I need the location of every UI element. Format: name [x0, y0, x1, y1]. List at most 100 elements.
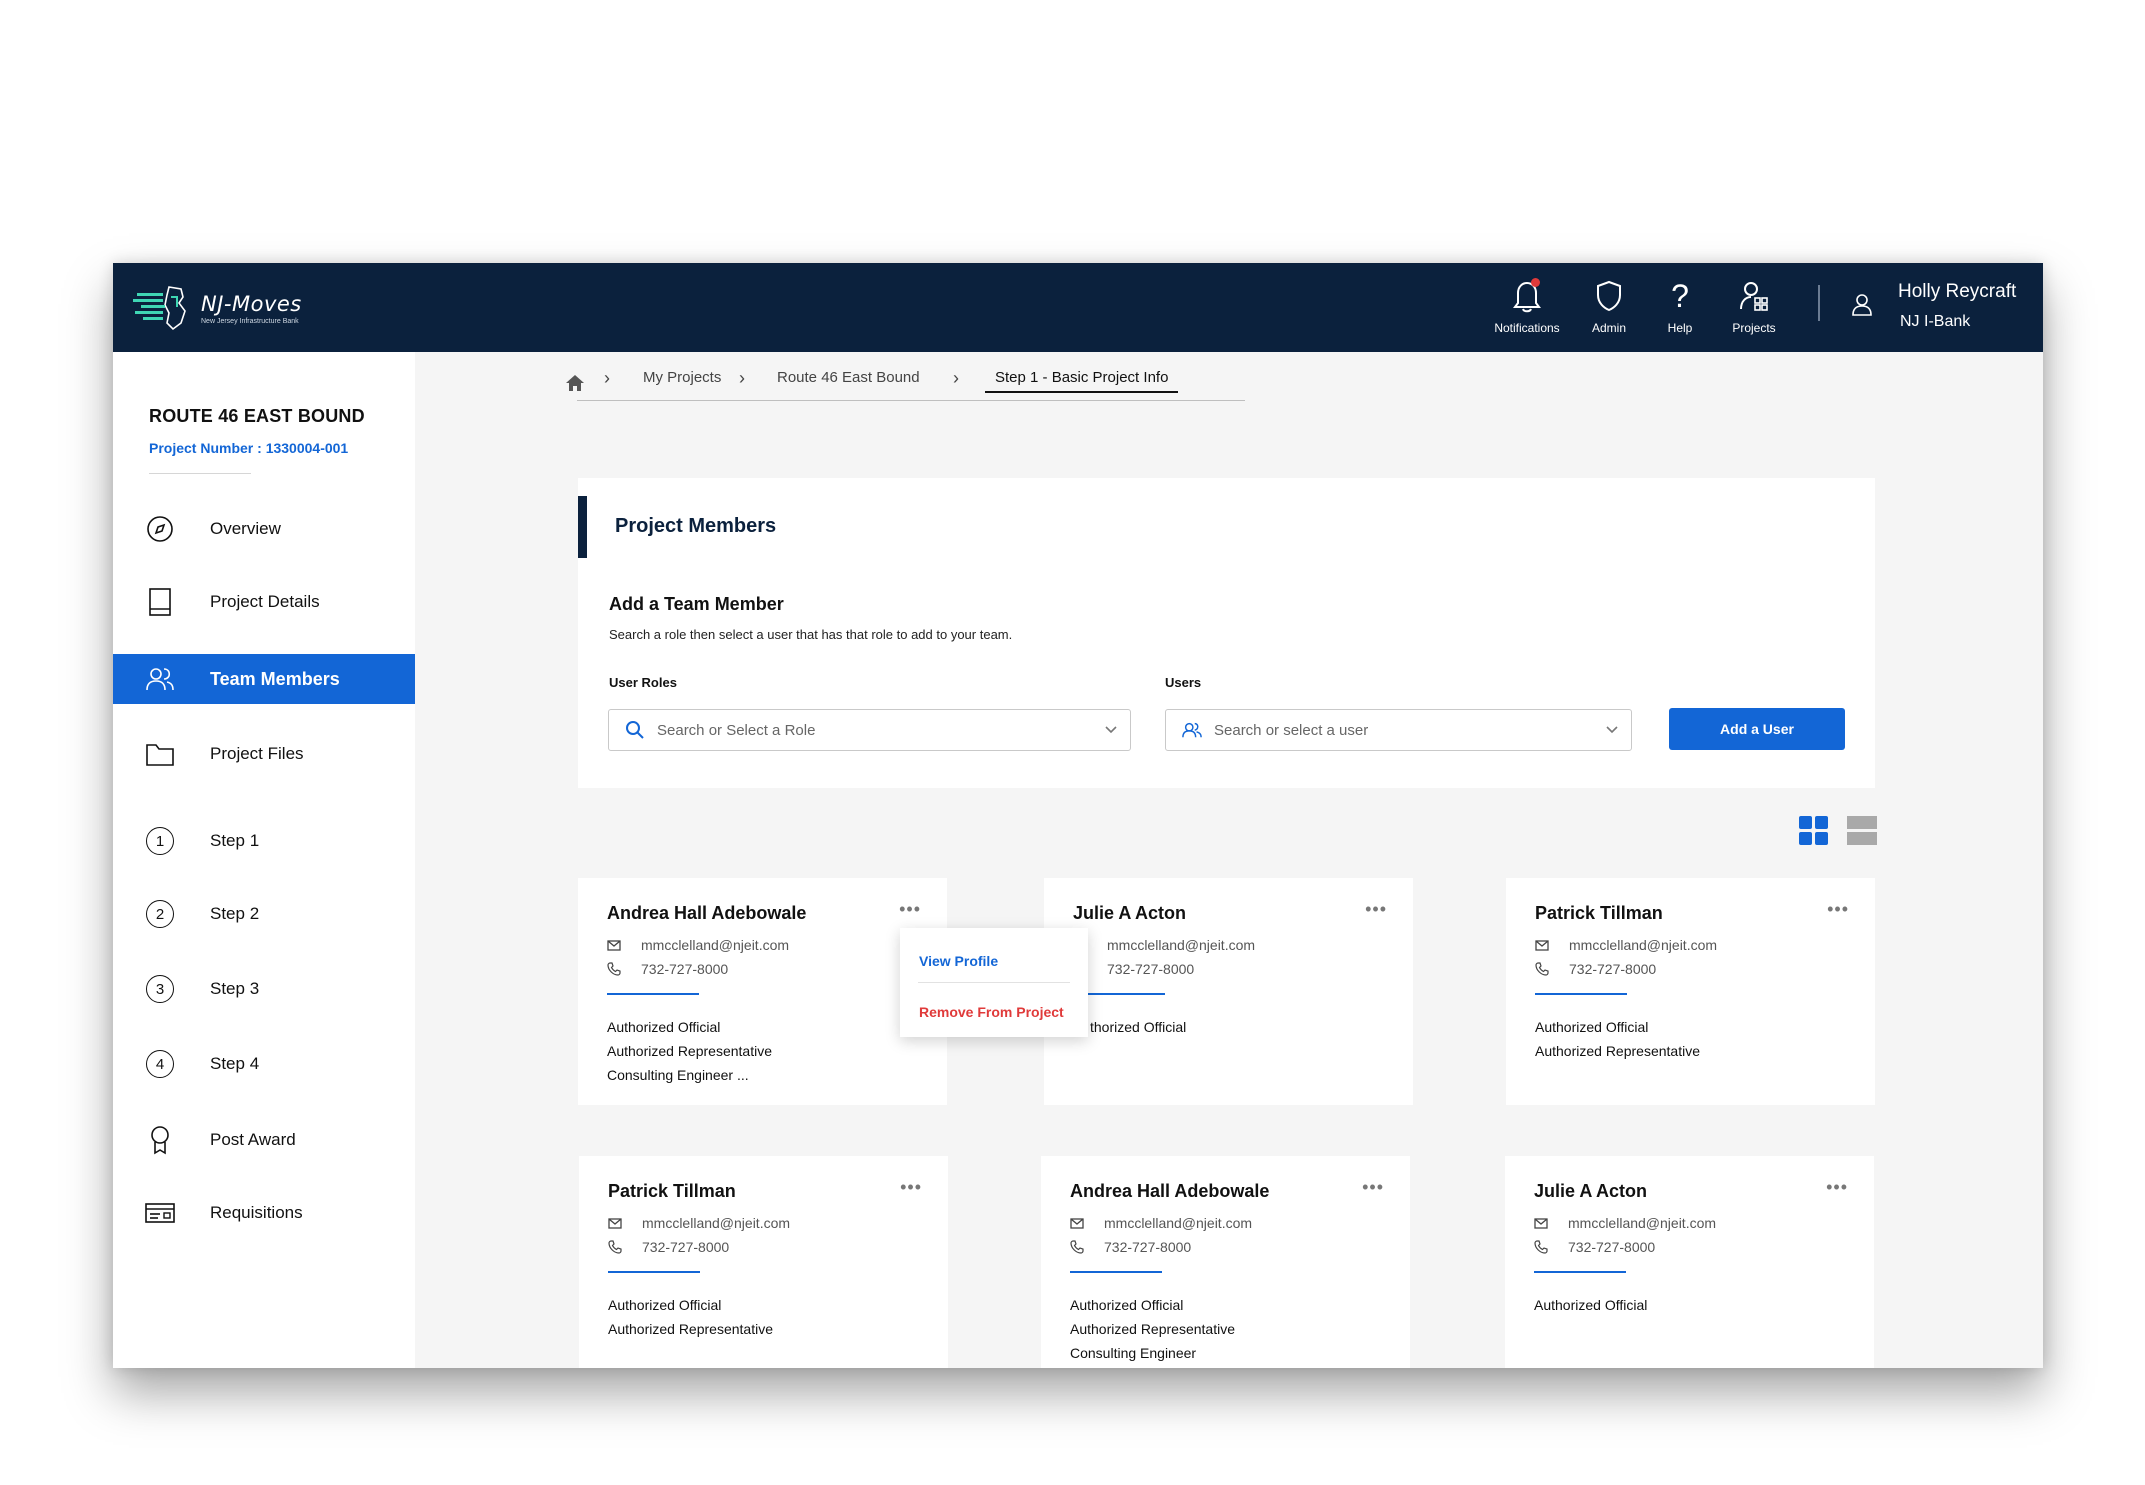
sidebar-item-overview[interactable]: Overview — [113, 504, 415, 554]
phone-icon — [1535, 962, 1549, 976]
panel-title: Project Members — [615, 515, 777, 537]
sidebar-item-project-details[interactable]: Project Details — [113, 577, 415, 627]
card-divider — [608, 1271, 700, 1273]
member-email[interactable]: mmcclelland@njeit.com — [1569, 937, 1717, 953]
view-profile-menu-item[interactable]: View Profile — [919, 953, 998, 969]
member-email-row: mmcclelland@njeit.com — [1535, 937, 1717, 953]
card-context-menu: View Profile Remove From Project — [900, 928, 1088, 1037]
more-options-icon[interactable]: ••• — [1362, 1177, 1384, 1198]
requisition-icon — [145, 1203, 175, 1223]
logo-subtitle: New Jersey Infrastructure Bank — [201, 317, 299, 325]
home-icon[interactable] — [565, 368, 585, 398]
step-2-icon: 2 — [146, 900, 174, 928]
sidebar-item-label: Team Members — [210, 668, 340, 689]
sidebar-item-project-files[interactable]: Project Files — [113, 729, 415, 779]
phone-icon — [1534, 1240, 1548, 1254]
projects-icon — [1740, 282, 1768, 311]
book-icon — [149, 588, 171, 616]
member-phone[interactable]: 732-727-8000 — [1107, 961, 1194, 977]
question-icon: ? — [1671, 278, 1689, 314]
sidebar-item-requisitions[interactable]: Requisitions — [113, 1188, 415, 1238]
user-name[interactable]: Holly Reycraft — [1898, 281, 2016, 303]
remove-from-project-menu-item[interactable]: Remove From Project — [919, 1004, 1064, 1020]
mail-icon — [1534, 1217, 1548, 1229]
chevron-down-icon — [1606, 726, 1618, 734]
breadcrumb-my-projects[interactable]: My Projects — [643, 363, 721, 393]
member-role: Authorized Official — [1070, 1297, 1184, 1313]
user-select-placeholder: Search or select a user — [1214, 721, 1369, 739]
member-email[interactable]: mmcclelland@njeit.com — [1104, 1215, 1252, 1231]
member-role: Authorized Representative — [1535, 1043, 1700, 1059]
more-options-icon[interactable]: ••• — [1827, 899, 1849, 920]
user-roles-label: User Roles — [609, 675, 677, 690]
sidebar-item-step-3[interactable]: 3 Step 3 — [113, 964, 415, 1014]
list-view-icon[interactable] — [1847, 816, 1877, 846]
sidebar-item-label: Step 1 — [210, 831, 260, 850]
chevron-right-icon: › — [739, 368, 745, 388]
nav-notifications[interactable]: Notifications — [1482, 277, 1572, 335]
sidebar-item-step-4[interactable]: 4 Step 4 — [113, 1039, 415, 1089]
sidebar-item-step-2[interactable]: 2 Step 2 — [113, 889, 415, 939]
member-email[interactable]: mmcclelland@njeit.com — [1107, 937, 1255, 953]
member-role: Authorized Official — [608, 1297, 722, 1313]
more-options-icon[interactable]: ••• — [1365, 899, 1387, 920]
add-member-description: Search a role then select a user that ha… — [609, 627, 1013, 642]
member-email[interactable]: mmcclelland@njeit.com — [1568, 1215, 1716, 1231]
member-role: Consulting Engineer ... — [607, 1067, 749, 1083]
sidebar-item-post-award[interactable]: Post Award — [113, 1115, 415, 1165]
member-phone-row: 732-727-8000 — [608, 1239, 729, 1255]
logo-mark-icon — [133, 286, 186, 331]
logo-name: NJ-Moves — [201, 291, 302, 316]
sidebar-item-label: Project Details — [210, 592, 320, 611]
member-phone[interactable]: 732-727-8000 — [641, 961, 728, 977]
user-select[interactable]: Search or select a user — [1165, 709, 1632, 751]
member-role: Authorized Official — [1535, 1019, 1649, 1035]
member-email[interactable]: mmcclelland@njeit.com — [641, 937, 789, 953]
mail-icon — [607, 939, 621, 951]
logo[interactable]: NJ-Moves New Jersey Infrastructure Bank — [131, 283, 302, 333]
sidebar-item-label: Overview — [210, 519, 281, 538]
folder-icon — [146, 744, 174, 766]
member-card[interactable]: Patrick Tillman ••• mmcclelland@njeit.co… — [1506, 878, 1875, 1105]
phone-icon — [1070, 1240, 1084, 1254]
more-options-icon[interactable]: ••• — [899, 899, 921, 920]
nav-divider — [1818, 285, 1820, 321]
users-label: Users — [1165, 675, 1202, 690]
member-phone[interactable]: 732-727-8000 — [1568, 1239, 1655, 1255]
search-icon — [626, 721, 644, 739]
role-select[interactable]: Search or Select a Role — [608, 709, 1131, 751]
member-phone[interactable]: 732-727-8000 — [1569, 961, 1656, 977]
member-phone-row: 732-727-8000 — [1073, 961, 1194, 977]
breadcrumb-underline — [577, 400, 1245, 401]
more-options-icon[interactable]: ••• — [1826, 1177, 1848, 1198]
mail-icon — [608, 1217, 622, 1229]
sidebar-item-label: Step 2 — [210, 904, 260, 923]
member-card[interactable]: Andrea Hall Adebowale ••• mmcclelland@nj… — [1041, 1156, 1410, 1368]
phone-icon — [608, 1240, 622, 1254]
member-card[interactable]: Andrea Hall Adebowale ••• mmcclelland@nj… — [578, 878, 947, 1105]
nav-label: Projects — [1732, 321, 1776, 335]
member-card[interactable]: Patrick Tillman ••• mmcclelland@njeit.co… — [579, 1156, 948, 1368]
card-divider — [1534, 1271, 1626, 1273]
award-icon — [151, 1126, 169, 1155]
member-name: Julie A Acton — [1534, 1181, 1648, 1201]
grid-view-icon[interactable] — [1799, 816, 1829, 846]
member-card[interactable]: Julie A Acton ••• mmcclelland@njeit.com … — [1505, 1156, 1874, 1368]
breadcrumb-route-46[interactable]: Route 46 East Bound — [777, 363, 920, 393]
member-phone[interactable]: 732-727-8000 — [642, 1239, 729, 1255]
add-user-button[interactable]: Add a User — [1669, 708, 1845, 750]
member-name: Patrick Tillman — [1535, 903, 1663, 923]
member-phone[interactable]: 732-727-8000 — [1104, 1239, 1191, 1255]
member-role: Authorized Official — [607, 1019, 721, 1035]
nav-projects[interactable]: Projects — [1709, 277, 1799, 335]
user-icon[interactable] — [1851, 293, 1873, 317]
sidebar-item-label: Post Award — [210, 1130, 296, 1149]
chevron-right-icon: › — [604, 368, 610, 388]
sidebar-item-label: Step 4 — [210, 1054, 260, 1073]
sidebar-item-step-1[interactable]: 1 Step 1 — [113, 816, 415, 866]
more-options-icon[interactable]: ••• — [900, 1177, 922, 1198]
member-card[interactable]: Julie A Acton ••• mmcclelland@njeit.com … — [1044, 878, 1413, 1105]
sidebar-item-team-members[interactable]: Team Members — [113, 654, 415, 704]
card-divider — [1070, 1271, 1162, 1273]
member-email[interactable]: mmcclelland@njeit.com — [642, 1215, 790, 1231]
